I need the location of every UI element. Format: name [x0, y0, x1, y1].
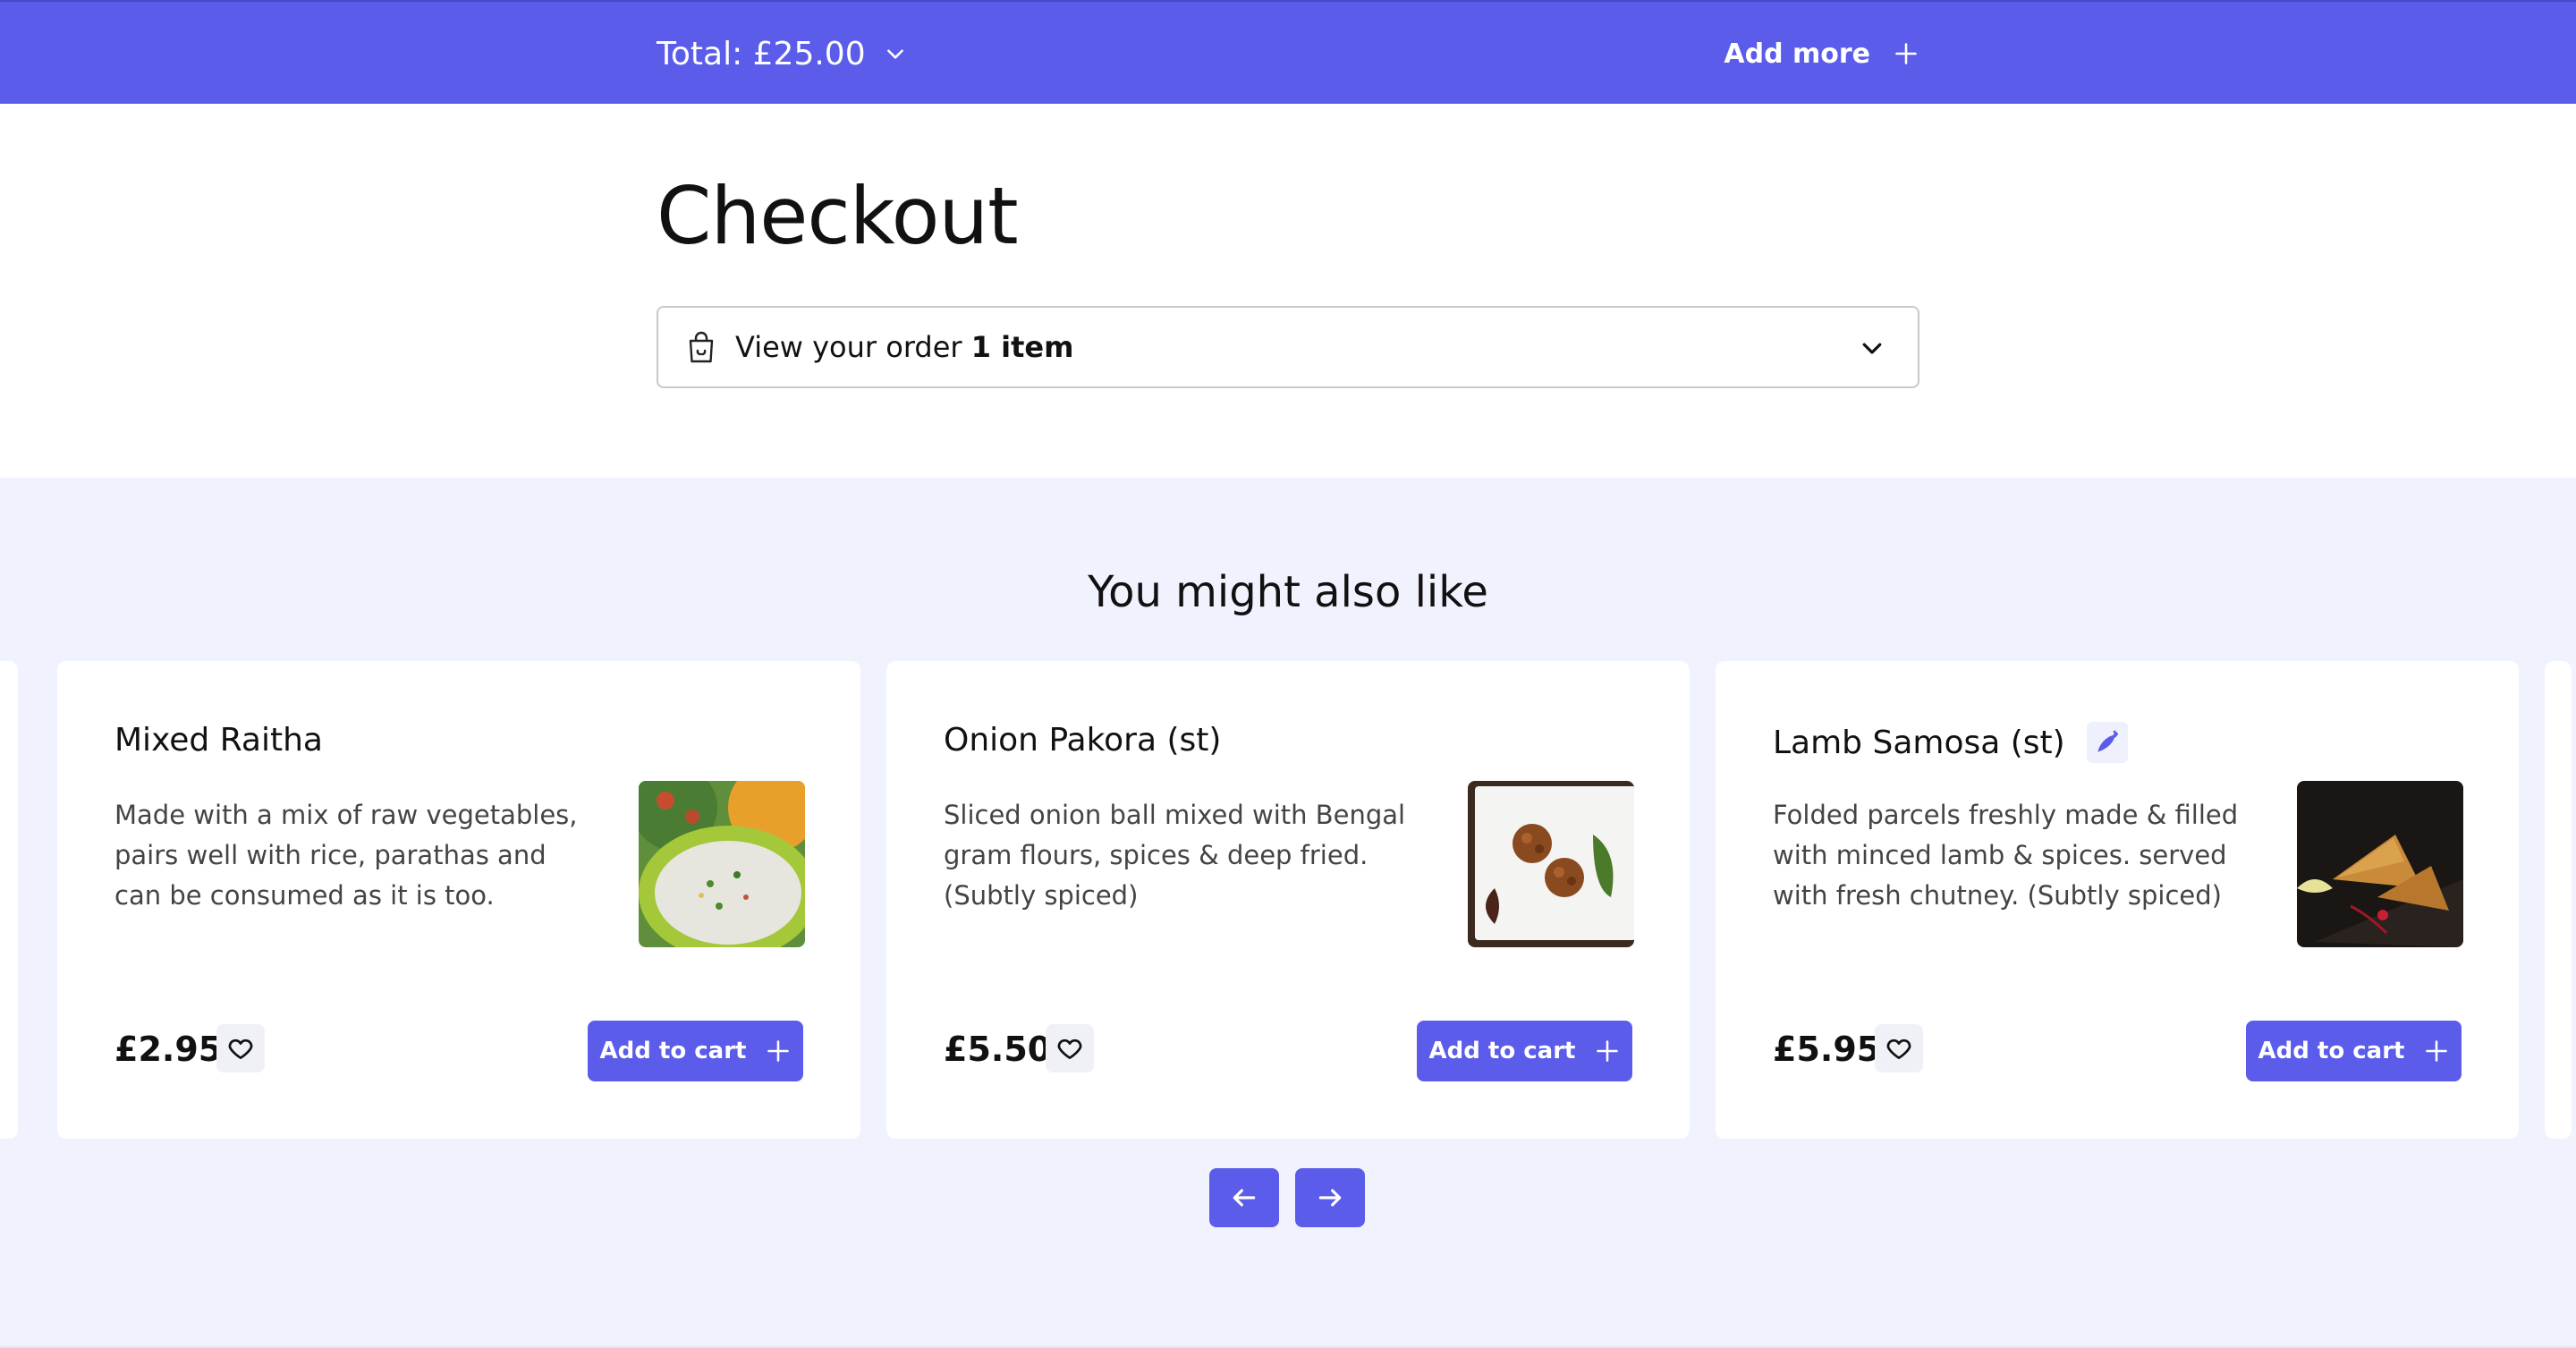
- chili-icon: [2086, 722, 2128, 763]
- product-name: Onion Pakora (st): [944, 722, 1221, 759]
- add-to-cart-button[interactable]: Add to cart: [588, 1021, 803, 1081]
- arrow-left-icon: [1233, 1189, 1256, 1207]
- product-card: Lamb Samosa (st) Folded parcels freshly …: [1716, 661, 2519, 1139]
- favorite-button[interactable]: [1046, 1024, 1094, 1072]
- arrow-right-icon: [1318, 1189, 1342, 1207]
- order-total-label: Total: £25.00: [657, 35, 866, 72]
- product-name-text: Onion Pakora (st): [944, 722, 1222, 759]
- order-item-count: 1 item: [970, 330, 1074, 364]
- product-description: Made with a mix of raw vegetables, pairs…: [114, 800, 578, 911]
- carousel-prev-button[interactable]: [1209, 1168, 1279, 1227]
- chevron-down-icon: [1862, 343, 1882, 354]
- plus-icon: [2426, 1040, 2448, 1062]
- plus-icon: [1597, 1040, 1619, 1062]
- plus-icon: [1895, 43, 1917, 64]
- heart-icon: [228, 1039, 253, 1059]
- product-name: Lamb Samosa (st): [1773, 722, 2128, 763]
- product-card: Onion Pakora (st) Sliced onion ball mixe…: [886, 661, 1690, 1139]
- view-order-accordion[interactable]: View your order 1 item: [657, 306, 1919, 388]
- product-card: Mixed Raitha Made with a mix of raw vege…: [57, 661, 860, 1139]
- chevron-down-icon: [886, 49, 903, 59]
- add-to-cart-label: Add to cart: [2258, 1038, 2405, 1064]
- product-card-partial-right: [2545, 661, 2572, 1139]
- page-title: Checkout: [657, 170, 1019, 262]
- add-to-cart-label: Add to cart: [1428, 1038, 1576, 1064]
- heart-icon: [1057, 1039, 1082, 1059]
- product-name: Mixed Raitha: [114, 722, 323, 759]
- plus-icon: [767, 1040, 790, 1062]
- product-card-partial-left: [0, 661, 18, 1139]
- view-order-text: View your order 1 item: [735, 330, 1073, 364]
- recommendations-section: You might also like Mixed Raitha Made wi…: [0, 478, 2576, 1348]
- add-to-cart-label: Add to cart: [599, 1038, 747, 1064]
- add-to-cart-button[interactable]: Add to cart: [2246, 1021, 2462, 1081]
- product-price: £5.95: [1773, 1030, 1881, 1069]
- product-name-text: Mixed Raitha: [114, 722, 323, 759]
- carousel-next-button[interactable]: [1295, 1168, 1365, 1227]
- product-price: £5.50: [944, 1030, 1052, 1069]
- product-image: [639, 781, 805, 947]
- add-more-label: Add more: [1724, 38, 1870, 70]
- add-to-cart-button[interactable]: Add to cart: [1417, 1021, 1632, 1081]
- product-image: [1468, 781, 1634, 947]
- shopping-bag-icon: [689, 331, 714, 363]
- product-name-text: Lamb Samosa (st): [1773, 724, 2065, 761]
- order-total-toggle[interactable]: Total: £25.00: [657, 27, 907, 81]
- favorite-button[interactable]: [1875, 1024, 1923, 1072]
- product-description: Sliced onion ball mixed with Bengal gram…: [944, 800, 1406, 911]
- product-description: Folded parcels freshly made & filled wit…: [1773, 800, 2239, 911]
- recommendations-title: You might also like: [1088, 567, 1488, 617]
- add-more-button[interactable]: Add more: [1724, 27, 1919, 81]
- order-total-bar: Total: £25.00 Add more: [0, 0, 2576, 104]
- product-image: [2297, 781, 2463, 947]
- product-price: £2.95: [114, 1030, 223, 1069]
- view-order-prefix: View your order: [735, 330, 962, 364]
- heart-icon: [1886, 1039, 1911, 1059]
- favorite-button[interactable]: [216, 1024, 265, 1072]
